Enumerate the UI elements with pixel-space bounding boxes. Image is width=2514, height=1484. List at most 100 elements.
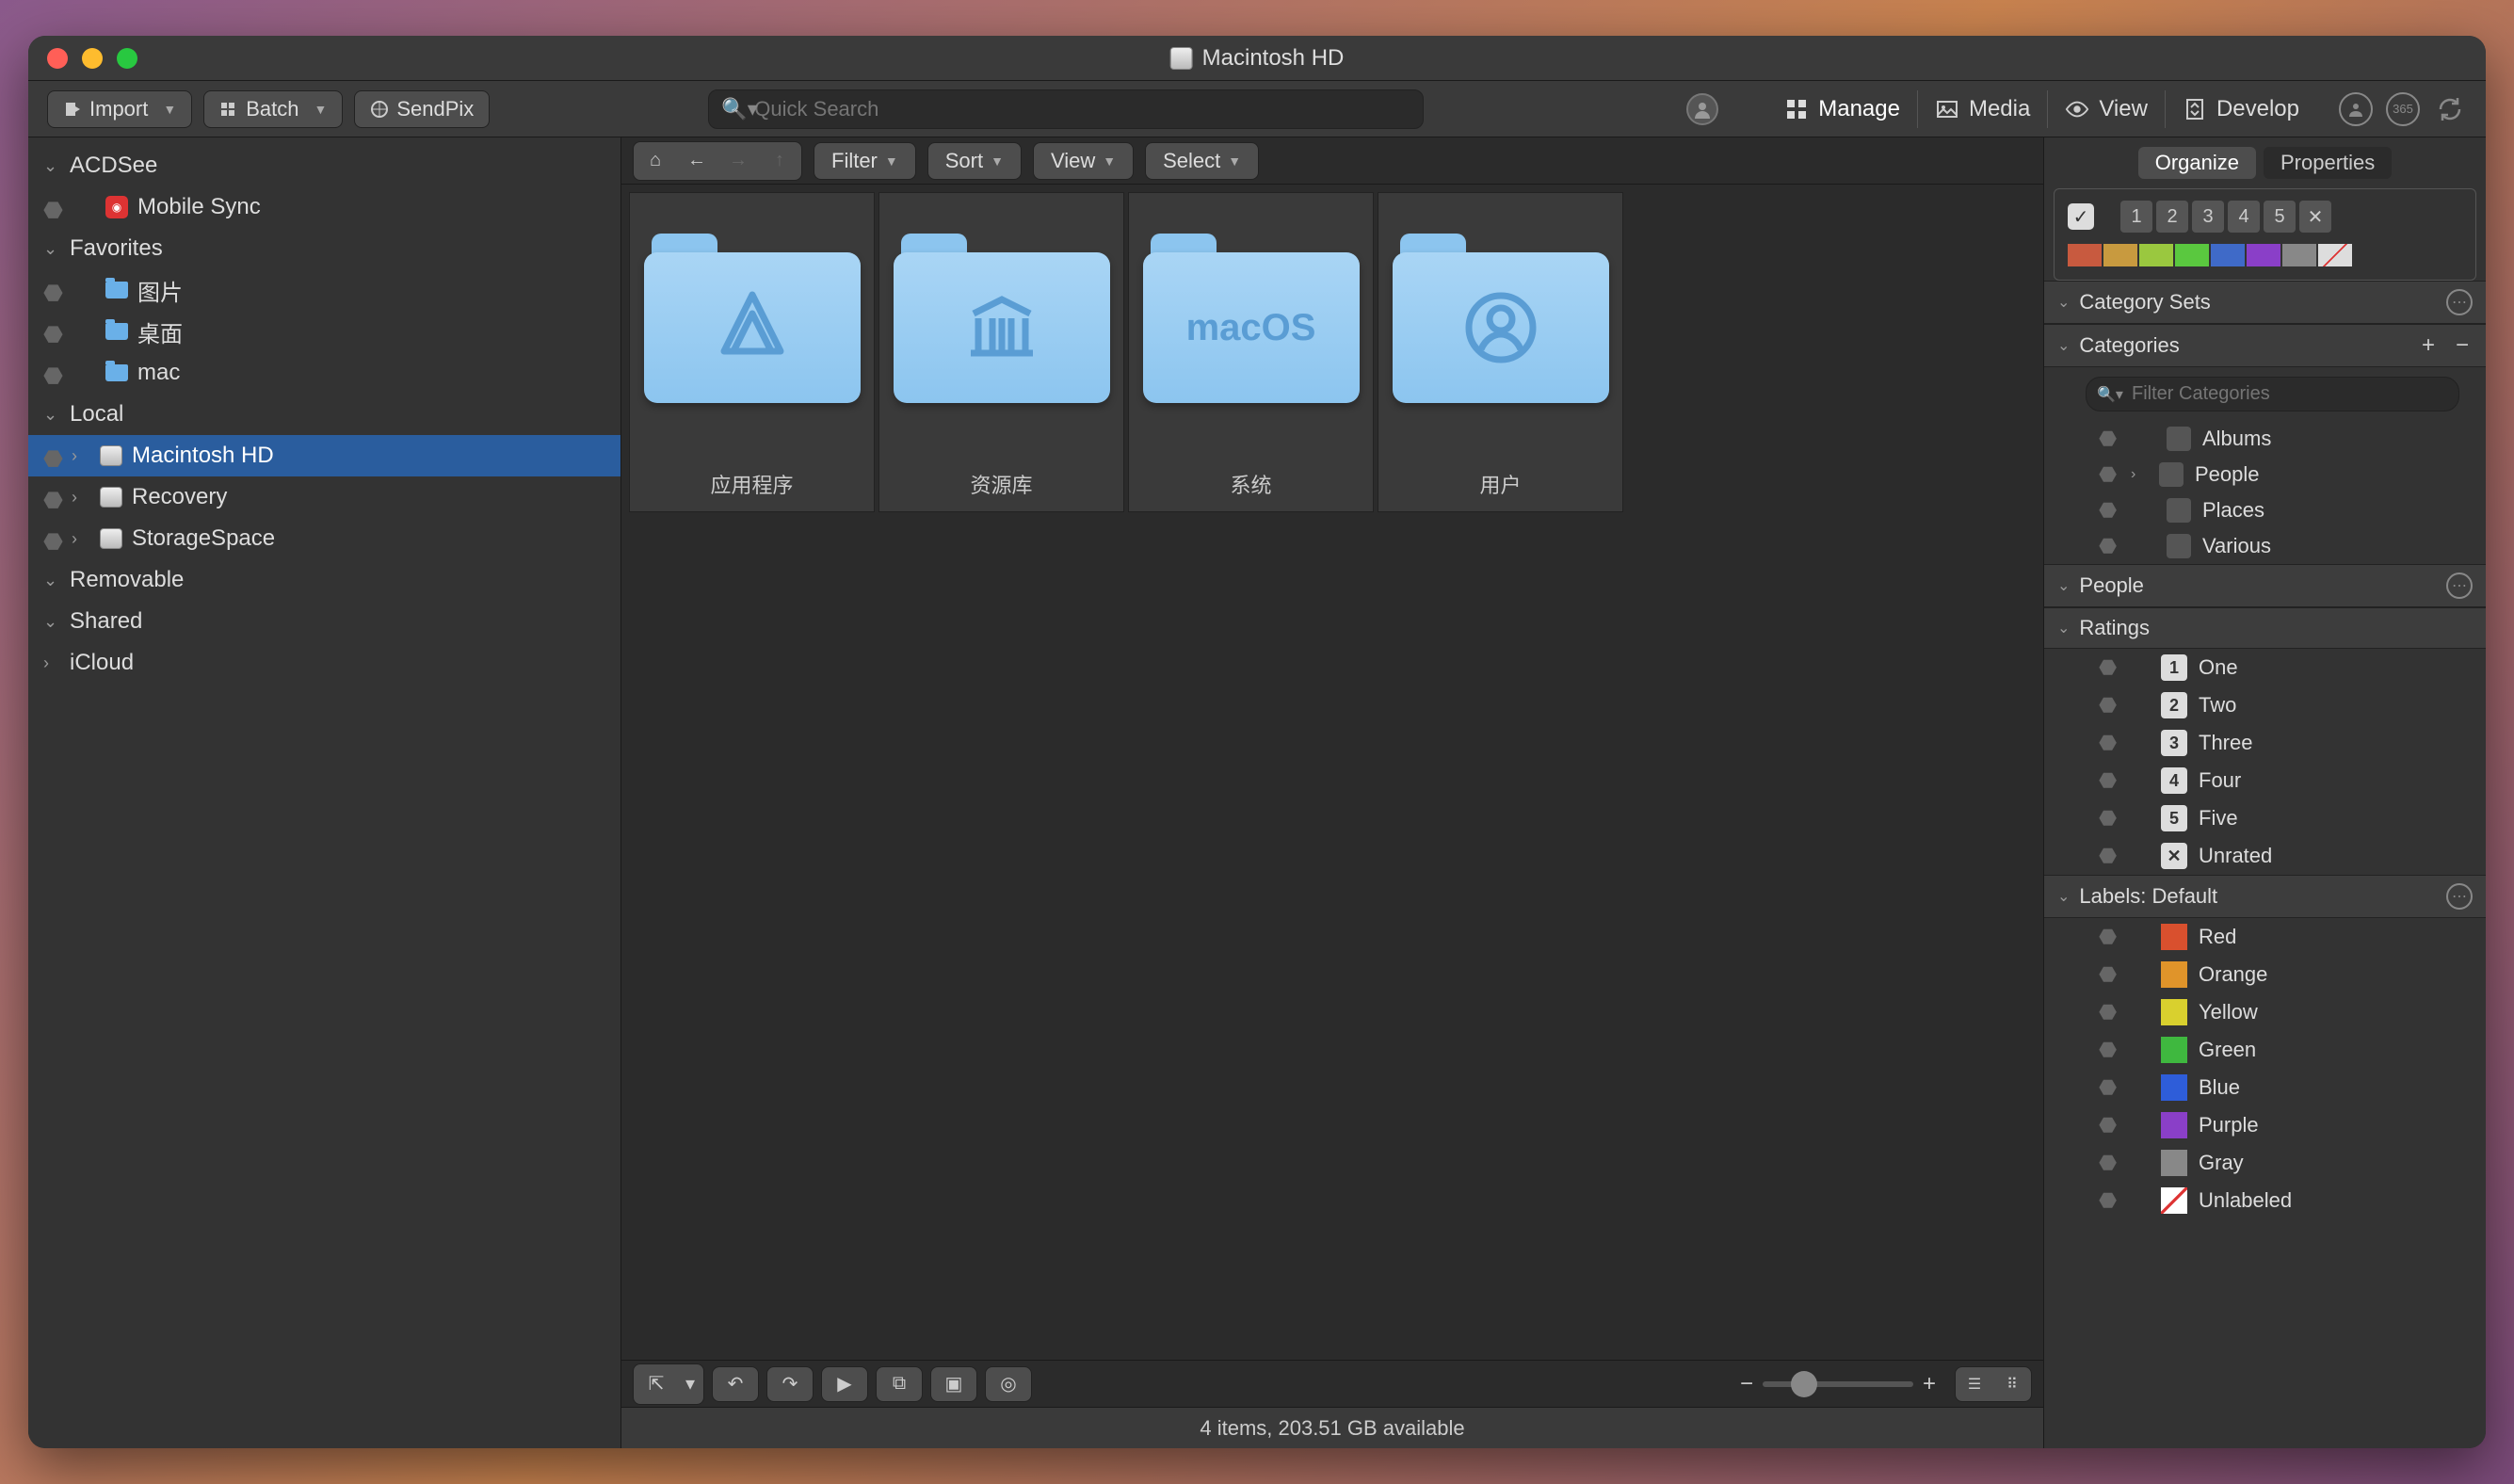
- rotate-left-button[interactable]: ↶: [712, 1366, 759, 1402]
- more-icon[interactable]: ⋯: [2446, 573, 2473, 599]
- label-blue[interactable]: ⬣Blue: [2044, 1069, 2486, 1106]
- mode-view[interactable]: View: [2047, 90, 2165, 128]
- color-6[interactable]: [2247, 244, 2280, 266]
- cat-albums[interactable]: ⬣Albums: [2044, 421, 2486, 457]
- label-unlabeled[interactable]: ⬣Unlabeled: [2044, 1182, 2486, 1219]
- folder-library[interactable]: 资源库: [878, 192, 1124, 512]
- filter-categories-input[interactable]: [2086, 377, 2459, 411]
- sidebar-storagespace[interactable]: ⬣›StorageSpace: [28, 518, 620, 559]
- zoom-slider-track[interactable]: [1763, 1381, 1913, 1387]
- color-3[interactable]: [2139, 244, 2173, 266]
- batch-button[interactable]: Batch▼: [203, 90, 343, 128]
- maximize-button[interactable]: [117, 48, 137, 69]
- list-view-button[interactable]: ☰: [1956, 1367, 1993, 1401]
- rating-three[interactable]: ⬣3Three: [2044, 724, 2486, 762]
- tab-properties[interactable]: Properties: [2264, 147, 2392, 179]
- sidebar-local-header[interactable]: ⌄Local: [28, 394, 620, 435]
- cat-places[interactable]: ⬣Places: [2044, 492, 2486, 528]
- zoom-in-icon[interactable]: +: [1923, 1371, 1936, 1397]
- checkbox[interactable]: [2167, 498, 2191, 523]
- select-dropdown[interactable]: Select▼: [1145, 142, 1259, 180]
- layers-button[interactable]: ▣: [930, 1366, 977, 1402]
- close-button[interactable]: [47, 48, 68, 69]
- label-orange[interactable]: ⬣Orange: [2044, 956, 2486, 993]
- more-icon[interactable]: ⋯: [2446, 289, 2473, 315]
- user-avatar[interactable]: [1686, 93, 1718, 125]
- cat-people[interactable]: ⬣›People: [2044, 457, 2486, 492]
- section-ratings[interactable]: ⌄Ratings: [2044, 607, 2486, 649]
- color-5[interactable]: [2211, 244, 2245, 266]
- sidebar-favorites-header[interactable]: ⌄Favorites: [28, 228, 620, 269]
- rate-clear[interactable]: ✕: [2299, 201, 2331, 233]
- filter-dropdown[interactable]: Filter▼: [814, 142, 916, 180]
- label-yellow[interactable]: ⬣Yellow: [2044, 993, 2486, 1031]
- folder-system[interactable]: macOS 系统: [1128, 192, 1374, 512]
- mode-manage[interactable]: Manage: [1767, 90, 1917, 128]
- sidebar-fav-pics[interactable]: ⬣图片: [28, 269, 620, 311]
- add-category-icon[interactable]: +: [2414, 332, 2442, 359]
- grid-view-button[interactable]: ⠿: [1993, 1367, 2031, 1401]
- sidebar-mobile-sync[interactable]: ⬣◉Mobile Sync: [28, 186, 620, 228]
- section-categories[interactable]: ⌄Categories+−: [2044, 324, 2486, 367]
- zoom-out-icon[interactable]: −: [1740, 1371, 1753, 1397]
- rating-one[interactable]: ⬣1One: [2044, 649, 2486, 686]
- rate-1[interactable]: 1: [2120, 201, 2152, 233]
- checkbox[interactable]: [2167, 534, 2191, 558]
- rating-two[interactable]: ⬣2Two: [2044, 686, 2486, 724]
- rating-four[interactable]: ⬣4Four: [2044, 762, 2486, 799]
- label-red[interactable]: ⬣Red: [2044, 918, 2486, 956]
- color-7[interactable]: [2282, 244, 2316, 266]
- rate-4[interactable]: 4: [2228, 201, 2260, 233]
- label-green[interactable]: ⬣Green: [2044, 1031, 2486, 1069]
- minimize-button[interactable]: [82, 48, 103, 69]
- sort-dropdown[interactable]: Sort▼: [927, 142, 1022, 180]
- chevron-right-icon[interactable]: ›: [2131, 466, 2148, 483]
- account-icon[interactable]: [2339, 92, 2373, 126]
- cat-various[interactable]: ⬣Various: [2044, 528, 2486, 564]
- view-dropdown[interactable]: View▼: [1033, 142, 1134, 180]
- checkbox[interactable]: [2167, 427, 2191, 451]
- sidebar-macintosh-hd[interactable]: ⬣›Macintosh HD: [28, 435, 620, 476]
- sidebar-removable-header[interactable]: ⌄Removable: [28, 559, 620, 601]
- cloud-365-icon[interactable]: 365: [2386, 92, 2420, 126]
- section-category-sets[interactable]: ⌄Category Sets⋯: [2044, 281, 2486, 324]
- sendpix-button[interactable]: SendPix: [354, 90, 490, 128]
- mode-media[interactable]: Media: [1917, 90, 2047, 128]
- tab-organize[interactable]: Organize: [2138, 147, 2256, 179]
- quick-search-input[interactable]: [708, 89, 1424, 129]
- nav-forward-button[interactable]: →: [718, 144, 758, 178]
- rate-2[interactable]: 2: [2156, 201, 2188, 233]
- nav-up-button[interactable]: ↑: [760, 144, 799, 178]
- mode-develop[interactable]: Develop: [2165, 90, 2316, 128]
- folder-users[interactable]: 用户: [1378, 192, 1623, 512]
- color-8[interactable]: [2318, 244, 2352, 266]
- label-purple[interactable]: ⬣Purple: [2044, 1106, 2486, 1144]
- color-4[interactable]: [2175, 244, 2209, 266]
- checkbox[interactable]: [2159, 462, 2184, 487]
- remove-category-icon[interactable]: −: [2452, 332, 2473, 359]
- sidebar-shared-header[interactable]: ⌄Shared: [28, 601, 620, 642]
- more-icon[interactable]: ⋯: [2446, 883, 2473, 910]
- import-button[interactable]: Import▼: [47, 90, 192, 128]
- folder-applications[interactable]: 应用程序: [629, 192, 875, 512]
- section-labels[interactable]: ⌄Labels: Default⋯: [2044, 875, 2486, 918]
- target-button[interactable]: ◎: [985, 1366, 1032, 1402]
- rate-5[interactable]: 5: [2264, 201, 2296, 233]
- section-people[interactable]: ⌄People⋯: [2044, 564, 2486, 607]
- tag-checkbox[interactable]: ✓: [2068, 203, 2094, 230]
- zoom-slider-knob[interactable]: [1791, 1371, 1817, 1397]
- sidebar-fav-desktop[interactable]: ⬣桌面: [28, 311, 620, 352]
- color-2[interactable]: [2103, 244, 2137, 266]
- rotate-right-button[interactable]: ↷: [766, 1366, 814, 1402]
- label-gray[interactable]: ⬣Gray: [2044, 1144, 2486, 1182]
- play-button[interactable]: ▶: [821, 1366, 868, 1402]
- color-1[interactable]: [2068, 244, 2102, 266]
- sidebar-recovery[interactable]: ⬣›Recovery: [28, 476, 620, 518]
- sidebar-acdsee-header[interactable]: ⌄ACDSee: [28, 145, 620, 186]
- rating-unrated[interactable]: ⬣✕Unrated: [2044, 837, 2486, 875]
- external-dropdown[interactable]: ▾: [679, 1366, 701, 1402]
- rate-3[interactable]: 3: [2192, 201, 2224, 233]
- nav-back-button[interactable]: ←: [677, 144, 717, 178]
- sync-icon[interactable]: [2433, 92, 2467, 126]
- sidebar-icloud-header[interactable]: ›iCloud: [28, 642, 620, 684]
